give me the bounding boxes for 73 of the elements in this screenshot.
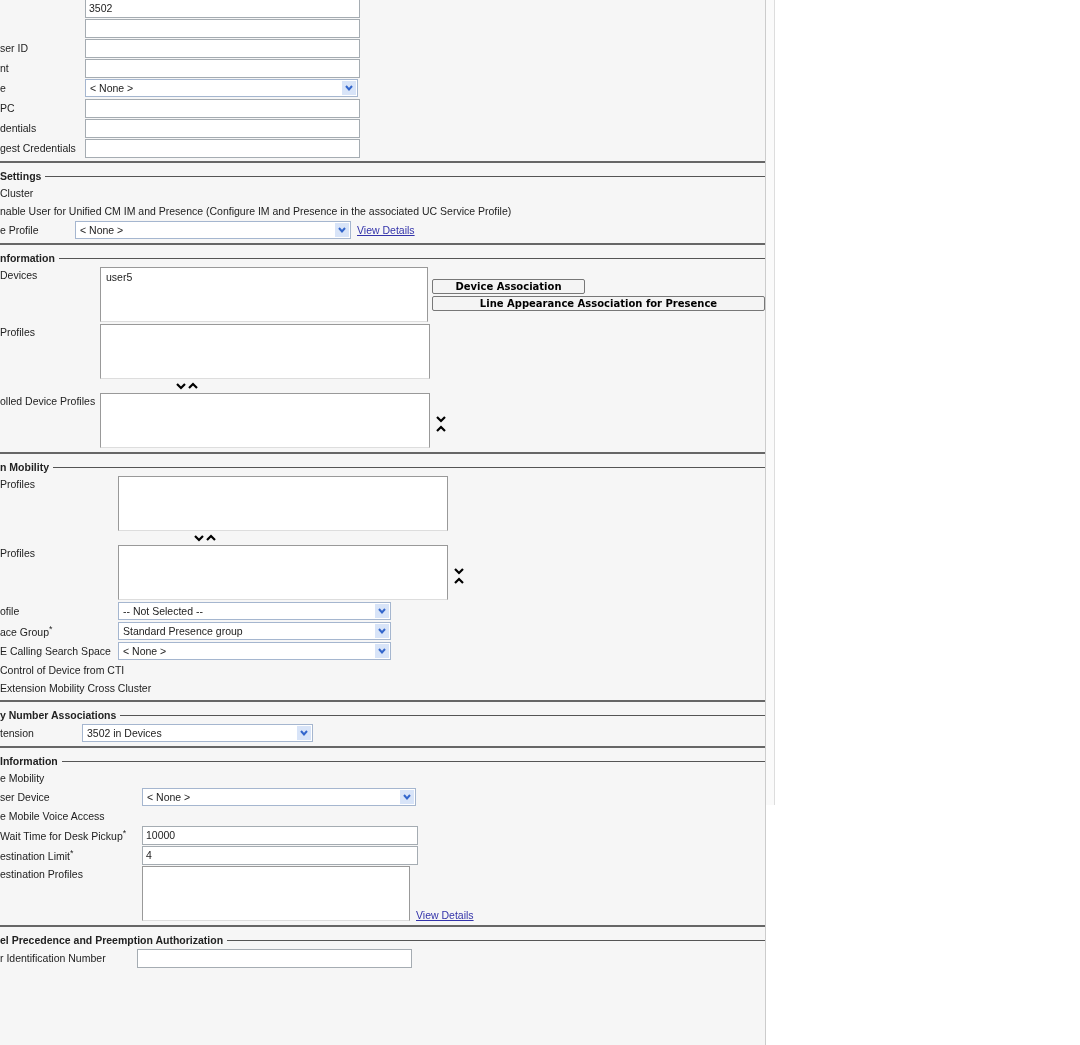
input-field[interactable]: 4: [142, 845, 418, 865]
dropdown[interactable]: -- Not Selected --: [118, 602, 391, 620]
field-label: Cluster: [0, 187, 34, 199]
chevron-down-icon: [297, 726, 311, 740]
input-field[interactable]: [85, 38, 360, 58]
input-field[interactable]: [85, 118, 360, 138]
input-field[interactable]: 10000: [142, 825, 418, 845]
field-label: tension: [0, 727, 34, 739]
input-field[interactable]: [85, 58, 360, 78]
chevron-down-icon: [342, 81, 356, 95]
input-field[interactable]: [85, 18, 360, 38]
section-title: n Mobility: [0, 461, 49, 473]
move-up-icon[interactable]: [454, 577, 464, 585]
move-up-icon[interactable]: [188, 382, 198, 390]
field-label: e: [0, 82, 6, 94]
dropdown[interactable]: < None >: [85, 79, 358, 97]
move-down-icon[interactable]: [454, 567, 464, 575]
field-label: Control of Device from CTI: [0, 664, 125, 676]
dropdown[interactable]: < None >: [75, 221, 351, 239]
section-title: el Precedence and Preemption Authorization: [0, 934, 224, 946]
field-label: Extension Mobility Cross Cluster: [0, 682, 152, 694]
field-label: ser Device: [0, 791, 50, 803]
field-label: dentials: [0, 122, 37, 134]
field-label: Wait Time for Desk Pickup$^{*}$: [0, 830, 127, 843]
field-label: nt: [0, 62, 9, 74]
field-label: e Profile: [0, 224, 39, 236]
dropdown[interactable]: Standard Presence group: [118, 622, 391, 640]
move-down-icon[interactable]: [436, 415, 446, 423]
field-label: Profiles: [0, 326, 35, 338]
input-field[interactable]: [85, 98, 360, 118]
field-label: Profiles: [0, 547, 35, 559]
chevron-down-icon: [375, 644, 389, 658]
view-details-link[interactable]: View Details: [416, 909, 474, 921]
scrollbar-track[interactable]: [766, 0, 775, 805]
move-up-icon[interactable]: [206, 534, 216, 542]
chevron-down-icon: [375, 624, 389, 638]
field-label: ser ID: [0, 42, 28, 54]
input-field[interactable]: 3502: [85, 0, 360, 18]
action-button[interactable]: Line Appearance Association for Presence: [432, 296, 765, 311]
field-label: r Identification Number: [0, 952, 106, 964]
field-label: e Mobile Voice Access: [0, 810, 105, 822]
list-item[interactable]: user5: [106, 271, 422, 283]
dropdown[interactable]: < None >: [142, 788, 416, 806]
field-label: estination Limit$^{*}$: [0, 850, 74, 863]
move-up-icon[interactable]: [436, 425, 446, 433]
view-details-link[interactable]: View Details: [357, 224, 415, 236]
field-label: Profiles: [0, 478, 35, 490]
field-label: gest Credentials: [0, 142, 76, 154]
section-title: nformation: [0, 252, 55, 264]
dropdown[interactable]: 3502 in Devices: [82, 724, 313, 742]
field-label: Devices: [0, 269, 38, 281]
input-field[interactable]: [137, 948, 412, 968]
chevron-down-icon: [335, 223, 349, 237]
chevron-down-icon: [375, 604, 389, 618]
field-label: e Mobility: [0, 772, 45, 784]
dropdown[interactable]: < None >: [118, 642, 391, 660]
move-down-icon[interactable]: [176, 382, 186, 390]
field-label: olled Device Profiles: [0, 395, 96, 407]
action-button[interactable]: Device Association: [432, 279, 585, 294]
section-title: y Number Associations: [0, 709, 117, 721]
field-label: ace Group$^{*}$: [0, 626, 53, 639]
field-label: ofile: [0, 605, 20, 617]
list-box[interactable]: user5: [100, 267, 428, 322]
chevron-down-icon: [400, 790, 414, 804]
input-field[interactable]: [85, 138, 360, 158]
field-label: estination Profiles: [0, 868, 83, 880]
section-title: Settings: [0, 170, 42, 182]
field-label: E Calling Search Space: [0, 645, 111, 657]
field-label: nable User for Unified CM IM and Presence (Configure IM and Presence in the associated UC Service Profile): [0, 205, 512, 217]
section-title: Information: [0, 755, 58, 767]
list-box[interactable]: [142, 866, 410, 921]
field-label: PC: [0, 102, 15, 114]
move-down-icon[interactable]: [194, 534, 204, 542]
